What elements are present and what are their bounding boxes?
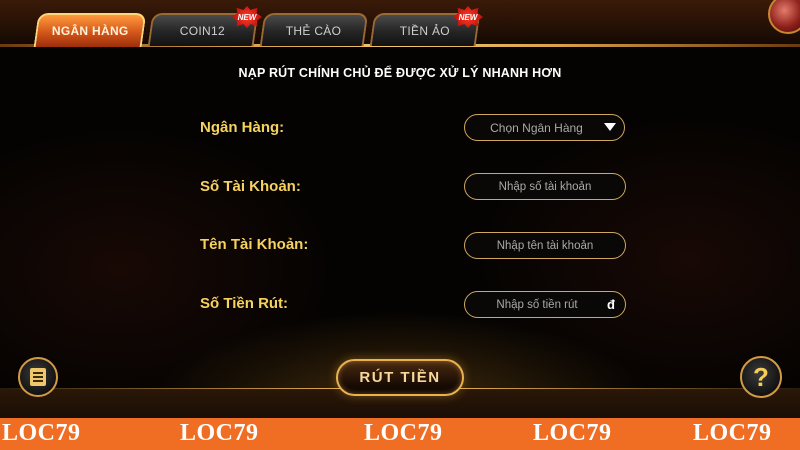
history-button[interactable]	[18, 357, 58, 397]
amount-input[interactable]: Nhập số tiền rút đ	[464, 291, 626, 318]
account-name-placeholder: Nhập tên tài khoản	[496, 239, 594, 252]
account-number-input[interactable]: Nhập số tài khoản	[464, 173, 626, 200]
account-number-label: Số Tài Khoản:	[200, 178, 301, 195]
list-icon	[30, 368, 46, 386]
tab-scratch-card[interactable]: THẺ CÀO	[259, 13, 369, 46]
watermark-text: LOC79	[180, 420, 259, 446]
withdraw-panel: NGÂN HÀNG COIN12 THẺ CÀO TIỀN ẢO NEW NEW…	[0, 0, 800, 418]
tab-coin12-label: COIN12	[180, 23, 226, 38]
amount-placeholder: Nhập số tiền rút	[496, 298, 578, 311]
account-name-input[interactable]: Nhập tên tài khoản	[464, 232, 626, 259]
tab-bank[interactable]: NGÂN HÀNG	[33, 13, 147, 47]
bank-label: Ngân Hàng:	[200, 119, 285, 136]
watermark-text: LOC79	[533, 420, 612, 446]
account-name-label: Tên Tài Khoản:	[200, 236, 309, 253]
watermark-text: LOC79	[693, 420, 772, 446]
tab-scratch-card-label: THẺ CÀO	[286, 23, 342, 38]
account-number-placeholder: Nhập số tài khoản	[498, 180, 592, 193]
watermark-text: LOC79	[364, 420, 443, 446]
withdraw-button[interactable]: RÚT TIỀN	[336, 359, 464, 396]
help-icon: ?	[753, 361, 769, 392]
amount-label: Số Tiền Rút:	[200, 295, 289, 312]
currency-symbol: đ	[607, 297, 615, 312]
page-headline: NẠP RÚT CHÍNH CHỦ ĐỂ ĐƯỢC XỬ LÝ NHANH HƠ…	[238, 66, 562, 80]
watermark-text: LOC79	[2, 420, 81, 446]
tab-crypto-label: TIỀN ẢO	[399, 23, 450, 38]
tab-bank-label: NGÂN HÀNG	[51, 24, 129, 38]
caret-down-icon	[604, 123, 616, 131]
bank-select-placeholder: Chọn Ngân Hàng	[490, 120, 583, 135]
bank-select[interactable]: Chọn Ngân Hàng	[464, 114, 625, 141]
help-button[interactable]: ?	[740, 356, 782, 398]
